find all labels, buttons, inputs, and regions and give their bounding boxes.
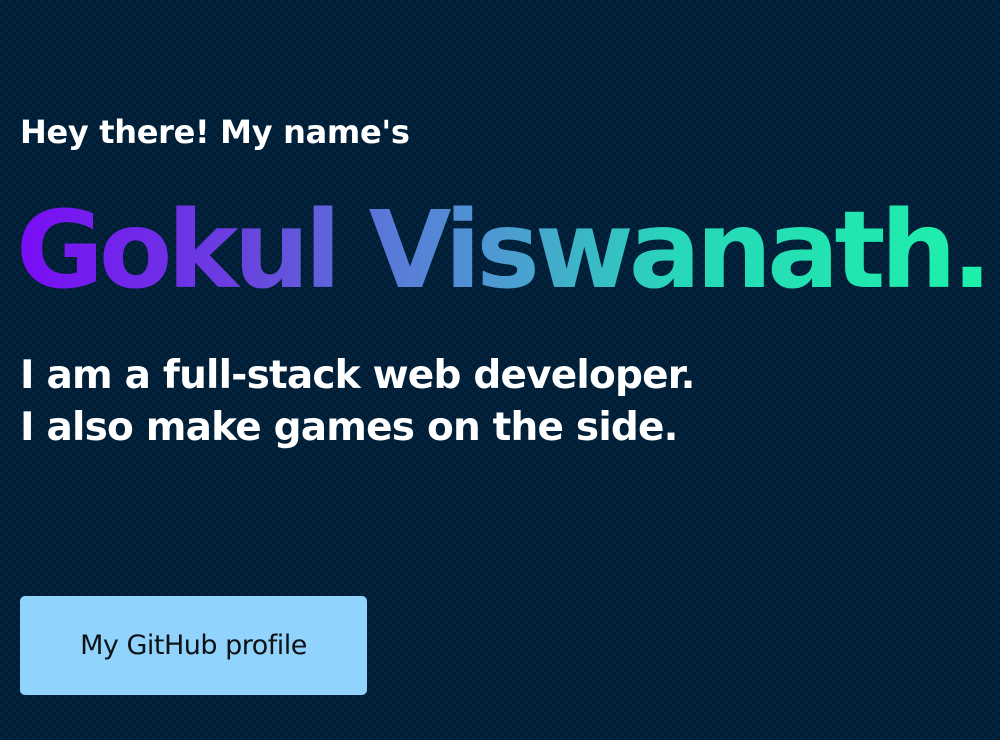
- tagline-line-2: I also make games on the side.: [20, 405, 678, 450]
- name-heading: Gokul Viswanath.: [16, 186, 992, 316]
- greeting-text: Hey there! My name's: [20, 113, 410, 151]
- tagline: I am a full-stack web developer. I also …: [20, 350, 695, 454]
- github-profile-button[interactable]: My GitHub profile: [20, 596, 367, 695]
- tagline-line-1: I am a full-stack web developer.: [20, 353, 695, 398]
- hero-section: Hey there! My name's Gokul Viswanath. I …: [16, 0, 992, 740]
